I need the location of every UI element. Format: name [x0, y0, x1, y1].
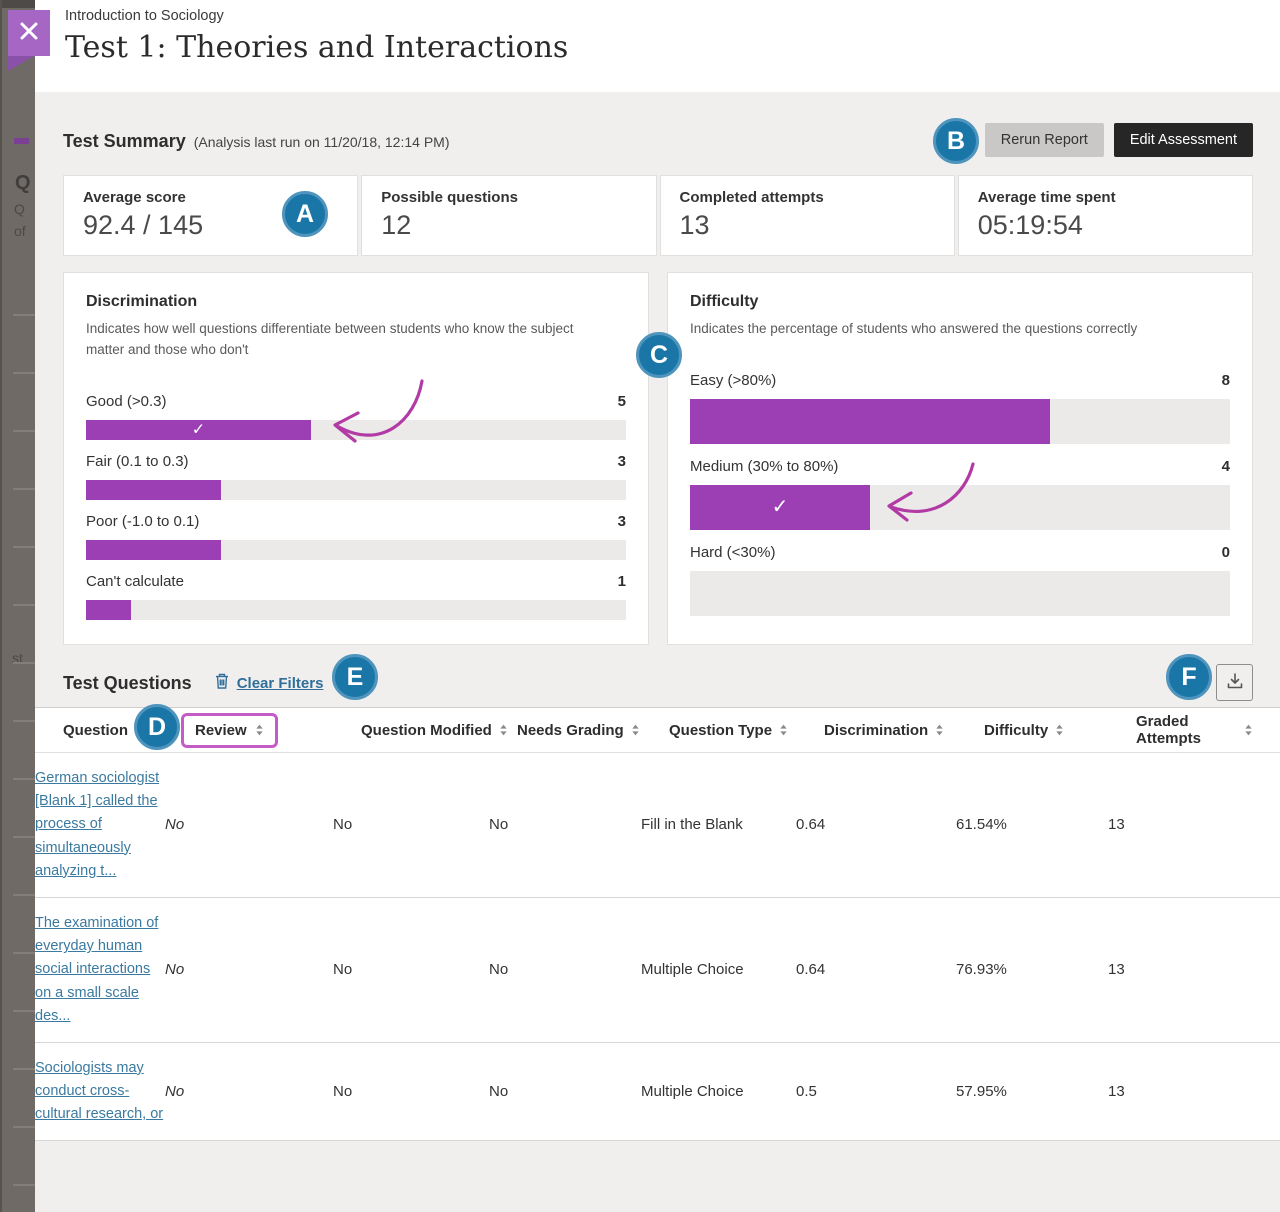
needs-grading-cell: No [489, 961, 641, 978]
stat-average-time: Average time spent 05:19:54 [958, 175, 1253, 256]
difficulty-cell: 57.95% [956, 1083, 1108, 1100]
annotation-badge-f: F [1166, 654, 1212, 700]
background-text-fragment: Q [15, 172, 31, 195]
close-panel-button[interactable] [8, 10, 50, 71]
sort-icon[interactable] [499, 723, 508, 737]
graded-attempts-cell: 13 [1108, 961, 1280, 978]
rerun-report-button[interactable]: Rerun Report [985, 123, 1104, 157]
column-question-type[interactable]: Question Type [669, 722, 824, 739]
modified-cell: No [333, 816, 489, 833]
background-chrome [2, 0, 35, 8]
bar-easy: Easy (>80%)8 [690, 372, 1230, 444]
checkmark-icon: ✓ [772, 494, 789, 519]
graded-attempts-cell: 13 [1108, 816, 1280, 833]
table-header-row: Question Review Question Modified Needs … [35, 707, 1280, 753]
sort-icon[interactable] [255, 723, 264, 737]
question-type-cell: Multiple Choice [641, 961, 796, 978]
modified-cell: No [333, 1083, 489, 1100]
annotation-badge-c: C [636, 332, 682, 378]
review-cell: No [165, 1083, 333, 1100]
bar-medium: Medium (30% to 80%)4 ✓ [690, 458, 1230, 530]
questions-table: Question Review Question Modified Needs … [35, 707, 1280, 1141]
graded-attempts-cell: 13 [1108, 1083, 1280, 1100]
column-graded-attempts[interactable]: Graded Attempts [1136, 713, 1253, 747]
column-difficulty[interactable]: Difficulty [984, 722, 1136, 739]
sort-icon[interactable] [631, 723, 640, 737]
breadcrumb: Introduction to Sociology [65, 8, 1280, 24]
review-cell: No [165, 961, 333, 978]
annotation-badge-a: A [282, 191, 328, 237]
needs-grading-cell: No [489, 816, 641, 833]
column-question-modified[interactable]: Question Modified [361, 722, 517, 739]
annotation-badge-e: E [332, 654, 378, 700]
difficulty-description: Indicates the percentage of students who… [690, 319, 1230, 340]
bar-fair: Fair (0.1 to 0.3)3 [86, 453, 626, 500]
download-icon [1225, 671, 1245, 694]
discrimination-cell: 0.64 [796, 961, 956, 978]
background-accent-fragment [14, 138, 29, 144]
stat-completed-attempts: Completed attempts 13 [660, 175, 955, 256]
difficulty-cell: 76.93% [956, 961, 1108, 978]
background-text-fragment: Q [14, 201, 25, 217]
bar-poor: Poor (-1.0 to 0.1)3 [86, 513, 626, 560]
background-page-strip: Q Q of st [0, 0, 35, 1212]
clear-filters-button[interactable]: Clear Filters [214, 672, 324, 695]
annotation-badge-d: D [134, 704, 180, 750]
download-results-button[interactable] [1216, 664, 1253, 701]
difficulty-card: Difficulty Indicates the percentage of s… [667, 272, 1253, 645]
discrimination-cell: 0.5 [796, 1083, 956, 1100]
stat-possible-questions: Possible questions 12 [361, 175, 656, 256]
sort-icon[interactable] [1244, 723, 1253, 737]
table-row: Sociologists may conduct cross-cultural … [35, 1043, 1280, 1142]
test-questions-heading: Test Questions [63, 673, 192, 694]
sort-icon[interactable] [779, 723, 788, 737]
discrimination-description: Indicates how well questions differentia… [86, 319, 626, 361]
modified-cell: No [333, 961, 489, 978]
discrimination-cell: 0.64 [796, 816, 956, 833]
annotation-badge-b: B [933, 118, 979, 164]
difficulty-title: Difficulty [690, 293, 1230, 311]
ribbon-tail [8, 56, 34, 71]
column-review[interactable]: Review [193, 713, 361, 748]
column-discrimination[interactable]: Discrimination [824, 722, 984, 739]
edit-assessment-button[interactable]: Edit Assessment [1114, 123, 1253, 157]
page-title: Test 1: Theories and Interactions [65, 30, 1280, 65]
needs-grading-cell: No [489, 1083, 641, 1100]
sort-icon[interactable] [1055, 723, 1064, 737]
difficulty-cell: 61.54% [956, 816, 1108, 833]
table-row: The examination of everyday human social… [35, 898, 1280, 1043]
bar-hard: Hard (<30%)0 [690, 544, 1230, 616]
review-cell: No [165, 816, 333, 833]
test-summary-heading: Test Summary [63, 131, 186, 152]
sort-icon[interactable] [935, 723, 944, 737]
close-icon [19, 21, 39, 46]
trash-icon [214, 672, 230, 695]
panel-header: Introduction to Sociology Test 1: Theori… [35, 0, 1280, 92]
question-type-cell: Fill in the Blank [641, 816, 796, 833]
analysis-panel: Introduction to Sociology Test 1: Theori… [35, 0, 1280, 1212]
question-link[interactable]: The examination of everyday human social… [35, 915, 158, 1024]
bar-cant-calculate: Can't calculate1 [86, 573, 626, 620]
annotation-highlight-box: Review [181, 713, 278, 748]
background-row-dividers [13, 258, 35, 1212]
checkmark-icon: ✓ [192, 419, 205, 439]
discrimination-title: Discrimination [86, 293, 626, 311]
bar-good: Good (>0.3)5 ✓ [86, 393, 626, 440]
summary-stats: Average score 92.4 / 145 Possible questi… [63, 175, 1253, 256]
column-needs-grading[interactable]: Needs Grading [517, 722, 669, 739]
question-link[interactable]: German sociologist [Blank 1] called the … [35, 770, 159, 879]
question-link[interactable]: Sociologists may conduct cross-cultural … [35, 1060, 163, 1122]
table-row: German sociologist [Blank 1] called the … [35, 753, 1280, 898]
analysis-timestamp: (Analysis last run on 11/20/18, 12:14 PM… [194, 134, 450, 150]
discrimination-card: Discrimination Indicates how well questi… [63, 272, 649, 645]
background-text-fragment: of [14, 223, 26, 239]
question-type-cell: Multiple Choice [641, 1083, 796, 1100]
